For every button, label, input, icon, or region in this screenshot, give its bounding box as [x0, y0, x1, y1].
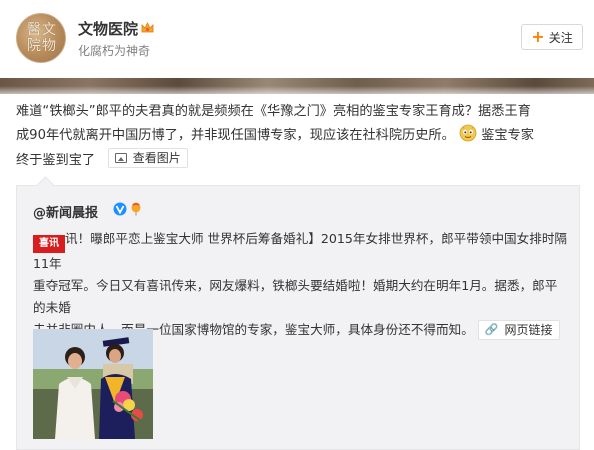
repost-badges: [113, 202, 143, 216]
cover-image-strip: [0, 78, 594, 94]
vip-badge-icon: [141, 22, 154, 33]
doge-emoji-icon: [459, 124, 477, 142]
repost-caret: [36, 176, 55, 195]
post-line-3: 终于鉴到宝了 查看图片: [16, 148, 576, 173]
follow-button[interactable]: + 关注: [521, 24, 583, 50]
photo-image: [33, 329, 153, 439]
post-header: 醫文院物 文物医院 化腐朽为神奇 + 关注: [0, 0, 594, 78]
avatar-seal-text: 醫文院物: [27, 22, 57, 54]
xixun-stamp-icon: 喜讯: [33, 235, 65, 253]
post-line-2: 成90年代就离开中国历博了，并非现任国博专家，现应该在社科院历史所。 鉴宝专家: [16, 124, 576, 148]
balloon-icon: [131, 202, 141, 216]
follow-label: 关注: [548, 30, 573, 45]
verified-v-icon: [113, 202, 127, 216]
avatar[interactable]: 醫文院物: [16, 13, 66, 63]
web-link-button[interactable]: 🔗 网页链接: [477, 320, 560, 340]
plus-icon: +: [531, 27, 545, 46]
repost-author[interactable]: @新闻晨报: [33, 202, 98, 221]
repost-line-2: 重夺冠军。今日又有喜讯传来，网友爆料，铁榔头要结婚啦！婚期大约在明年1月。据悉，…: [33, 278, 558, 315]
repost-line-1: 喜讯 讯！曝郎平恋上鉴宝大师 世界杯后筹备婚礼】2015年女排世界杯，郎平带领中国…: [33, 231, 568, 271]
view-image-button[interactable]: 查看图片: [107, 148, 188, 168]
repost-photo[interactable]: [33, 329, 153, 439]
image-icon: [114, 153, 127, 163]
post-text: 难道“铁榔头”郎平的夫君真的就是频频在《华豫之门》亮相的鉴宝专家王育成？据悉王育…: [16, 100, 576, 173]
link-icon: 🔗: [484, 323, 499, 336]
account-subtitle: 化腐朽为神奇: [78, 44, 151, 58]
reposted-post: @新闻晨报 喜讯 讯！曝郎平恋上鉴宝大师 世界杯后筹备婚礼】2015年女排世界杯，…: [16, 176, 580, 450]
post-line-1: 难道“铁榔头”郎平的夫君真的就是频频在《华豫之门》亮相的鉴宝专家王育成？据悉王育: [16, 104, 531, 119]
account-name[interactable]: 文物医院: [78, 18, 138, 39]
